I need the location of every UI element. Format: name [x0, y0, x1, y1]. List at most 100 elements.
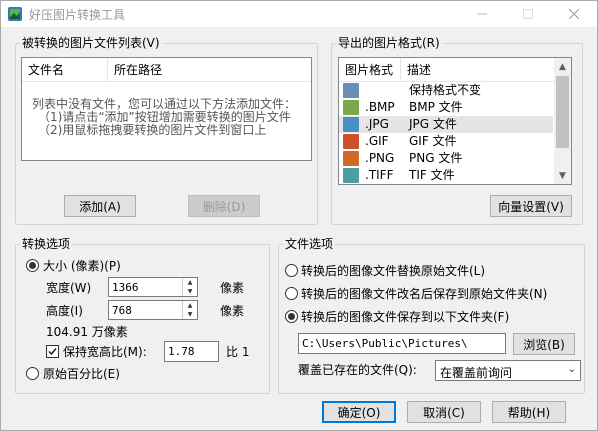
convert-options-legend: 转换选项 [20, 237, 73, 251]
format-rows: 保持格式不变 .BMP BMP 文件 .JPG JPG 文件 .GIF GIF 文件 .PNG… [339, 82, 556, 184]
height-stepper[interactable]: ▲ ▼ [108, 300, 198, 320]
format-list-scrollbar[interactable]: ▲ ▼ [554, 58, 571, 184]
spin-down-icon[interactable]: ▼ [183, 287, 197, 296]
width-label: 宽度(W) [46, 281, 92, 295]
height-spin-buttons[interactable]: ▲ ▼ [182, 301, 197, 319]
original-percent-radio[interactable] [26, 367, 39, 380]
column-filename[interactable]: 文件名 [22, 58, 108, 82]
format-description: JPG 文件 [409, 117, 457, 131]
original-percent-label[interactable]: 原始百分比(E) [43, 367, 120, 381]
save-to-folder-radio[interactable] [285, 310, 298, 323]
keep-ratio-label[interactable]: 保持宽高比(M): [63, 345, 147, 359]
ratio-field[interactable] [164, 341, 219, 362]
source-list-header: 文件名 所在路径 [22, 58, 311, 82]
app-window: 好压图片转换工具 被转换的图片文件列表(V) 文件名 所在路径 列表中没有文件，… [0, 0, 598, 431]
scroll-thumb[interactable] [556, 76, 569, 148]
width-stepper[interactable]: ▲ ▼ [108, 277, 198, 297]
width-unit: 像素 [220, 281, 245, 295]
column-path[interactable]: 所在路径 [108, 58, 311, 82]
delete-button[interactable]: 删除(D) [188, 195, 260, 217]
height-label: 高度(I) [46, 304, 83, 318]
close-icon [569, 9, 579, 19]
overwrite-dropdown[interactable]: 在覆盖前询问 ⌄ [435, 360, 581, 381]
export-format-list[interactable]: 图片格式 描述 保持格式不变 .BMP BMP 文件 .JPG JPG 文件 .GIF GI… [338, 57, 572, 185]
format-row[interactable]: .GIF GIF 文件 [339, 133, 553, 150]
format-extension: .GIF [365, 134, 389, 148]
format-row[interactable]: .PNG PNG 文件 [339, 150, 553, 167]
format-description: PNG 文件 [409, 151, 463, 165]
bmp-file-icon [343, 100, 359, 115]
height-unit: 像素 [220, 304, 245, 318]
tiff-file-icon [343, 168, 359, 183]
scroll-down-icon[interactable]: ▼ [554, 167, 571, 184]
help-button[interactable]: 帮助(H) [492, 401, 566, 423]
keep-ratio-checkbox[interactable] [46, 345, 59, 358]
add-button[interactable]: 添加(A) [64, 195, 136, 217]
source-list-group: 被转换的图片文件列表(V) 文件名 所在路径 列表中没有文件，您可以通过以下方法… [15, 36, 318, 225]
folder-path-input[interactable] [302, 336, 502, 351]
replace-original-label[interactable]: 转换后的图像文件替换原始文件(L) [301, 264, 485, 278]
format-description: 保持格式不变 [409, 83, 482, 97]
format-description: GIF 文件 [409, 134, 457, 148]
export-format-legend: 导出的图片格式(R) [336, 36, 442, 50]
minimize-icon [477, 13, 487, 15]
cancel-button[interactable]: 取消(C) [407, 401, 481, 423]
save-to-folder-label[interactable]: 转换后的图像文件保存到以下文件夹(F) [301, 310, 509, 324]
format-description: BMP 文件 [409, 100, 463, 114]
width-spin-buttons[interactable]: ▲ ▼ [182, 278, 197, 296]
size-pixels-label[interactable]: 大小 (像素)(P) [43, 259, 121, 273]
window-title: 好压图片转换工具 [29, 8, 126, 22]
overwrite-selected: 在覆盖前询问 [440, 366, 513, 380]
format-extension: .BMP [365, 100, 395, 114]
format-row[interactable]: .BMP BMP 文件 [339, 99, 553, 116]
close-button[interactable] [551, 1, 597, 27]
empty-list-message: 列表中没有文件，您可以通过以下方法添加文件： （1)请点击“添加”按钮增加需要转… [32, 98, 296, 137]
replace-original-radio[interactable] [285, 264, 298, 277]
wizard-settings-button[interactable]: 向量设置(V) [490, 195, 572, 217]
overwrite-label: 覆盖已存在的文件(Q): [298, 363, 417, 377]
ratio-suffix: 比 1 [226, 345, 250, 359]
column-description[interactable]: 描述 [401, 58, 556, 82]
total-pixels-readout: 104.91 万像素 [46, 325, 128, 339]
browse-button[interactable]: 浏览(B) [513, 333, 575, 355]
empty-line-3: （2)用鼠标拖拽要转换的图片文件到窗口上 [38, 123, 267, 137]
png-file-icon [343, 151, 359, 166]
height-input[interactable] [112, 303, 182, 318]
export-format-group: 导出的图片格式(R) 图片格式 描述 保持格式不变 .BMP BMP 文件 .JPG J… [331, 36, 583, 225]
folder-path-field[interactable] [298, 333, 506, 354]
rename-save-radio[interactable] [285, 287, 298, 300]
convert-options-group: 转换选项 大小 (像素)(P) 宽度(W) ▲ ▼ 像素 高度(I) ▲ ▼ 像… [15, 237, 270, 394]
keep-format-icon [343, 83, 359, 98]
source-file-list[interactable]: 文件名 所在路径 列表中没有文件，您可以通过以下方法添加文件： （1)请点击“添… [21, 57, 312, 161]
file-options-group: 文件选项 转换后的图像文件替换原始文件(L) 转换后的图像文件改名后保存到原始文… [278, 237, 585, 394]
spin-up-icon[interactable]: ▲ [183, 278, 197, 287]
minimize-button[interactable] [459, 1, 505, 27]
format-row[interactable]: 保持格式不变 [339, 82, 553, 99]
format-row[interactable]: .JPG JPG 文件 [339, 116, 553, 133]
ok-button[interactable]: 确定(O) [322, 401, 396, 423]
format-extension: .PNG [365, 151, 395, 165]
size-pixels-radio[interactable] [26, 259, 39, 272]
spin-down-icon[interactable]: ▼ [183, 310, 197, 319]
column-format[interactable]: 图片格式 [339, 58, 401, 82]
format-row[interactable]: .TIFF TIF 文件 [339, 167, 553, 184]
rename-save-label[interactable]: 转换后的图像文件改名后保存到原始文件夹(N) [301, 287, 547, 301]
width-input[interactable] [112, 280, 182, 295]
chevron-down-icon: ⌄ [567, 364, 576, 375]
ratio-input[interactable] [168, 344, 216, 359]
scroll-up-icon[interactable]: ▲ [554, 58, 571, 75]
format-extension: .TIFF [365, 168, 394, 182]
format-description: TIF 文件 [409, 168, 455, 182]
title-bar: 好压图片转换工具 [1, 1, 597, 27]
checkmark-icon [48, 348, 57, 356]
jpg-file-icon [343, 117, 359, 132]
format-extension: .JPG [365, 117, 389, 131]
maximize-button[interactable] [505, 1, 551, 27]
format-list-header: 图片格式 描述 [339, 58, 556, 82]
gif-file-icon [343, 134, 359, 149]
app-logo-icon [8, 7, 22, 21]
maximize-icon [523, 9, 533, 19]
source-list-legend: 被转换的图片文件列表(V) [20, 36, 162, 50]
file-options-legend: 文件选项 [283, 237, 336, 251]
spin-up-icon[interactable]: ▲ [183, 301, 197, 310]
